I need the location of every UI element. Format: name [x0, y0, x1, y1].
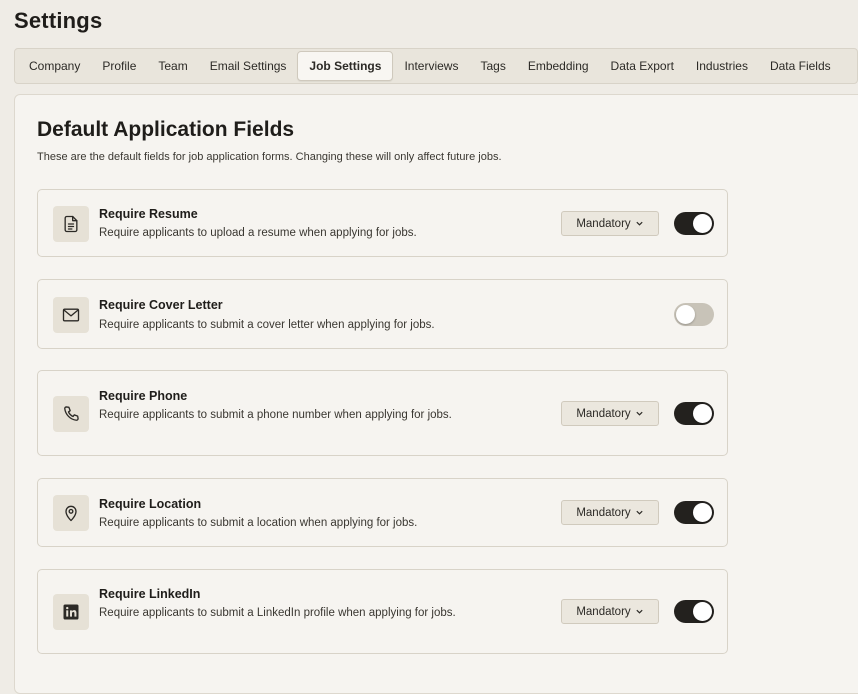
field-description: Require applicants to submit a cover let… [99, 319, 435, 331]
toggle-knob [693, 404, 712, 423]
requirement-value: Mandatory [576, 605, 631, 618]
tab-interviews[interactable]: Interviews [393, 51, 469, 81]
settings-tabs: Company Profile Team Email Settings Job … [14, 48, 858, 84]
requirement-value: Mandatory [576, 407, 631, 420]
section-description: These are the default fields for job app… [37, 151, 502, 163]
requirement-select[interactable]: Mandatory [561, 500, 659, 525]
toggle-switch[interactable] [674, 212, 714, 235]
chevron-down-icon [636, 221, 643, 226]
location-pin-icon [53, 495, 89, 531]
field-title: Require Location [99, 497, 202, 511]
tab-team[interactable]: Team [147, 51, 198, 81]
toggle-knob [693, 602, 712, 621]
field-description: Require applicants to submit a phone num… [99, 409, 452, 421]
requirement-select[interactable]: Mandatory [561, 599, 659, 624]
tab-embedding[interactable]: Embedding [517, 51, 600, 81]
mail-icon [53, 297, 89, 333]
section-title: Default Application Fields [37, 118, 295, 141]
requirement-select[interactable]: Mandatory [561, 211, 659, 236]
field-card-location: Require Location Require applicants to s… [37, 478, 728, 547]
job-settings-panel: Default Application Fields These are the… [14, 94, 858, 694]
field-description: Require applicants to submit a location … [99, 517, 418, 529]
page-title: Settings [14, 8, 103, 33]
linkedin-icon [53, 594, 89, 630]
field-description: Require applicants to submit a LinkedIn … [99, 607, 456, 619]
toggle-switch[interactable] [674, 303, 714, 326]
field-card-cover-letter: Require Cover Letter Require applicants … [37, 279, 728, 349]
field-description: Require applicants to upload a resume wh… [99, 227, 417, 239]
requirement-value: Mandatory [576, 506, 631, 519]
toggle-knob [676, 305, 695, 324]
chevron-down-icon [636, 411, 643, 416]
chevron-down-icon [636, 609, 643, 614]
chevron-down-icon [636, 510, 643, 515]
toggle-knob [693, 503, 712, 522]
requirement-value: Mandatory [576, 217, 631, 230]
toggle-switch[interactable] [674, 600, 714, 623]
toggle-switch[interactable] [674, 402, 714, 425]
tab-job-settings[interactable]: Job Settings [297, 51, 394, 81]
tab-tags[interactable]: Tags [469, 51, 516, 81]
tab-email-settings[interactable]: Email Settings [199, 51, 298, 81]
field-card-phone: Require Phone Require applicants to subm… [37, 370, 728, 456]
field-title: Require Cover Letter [99, 298, 223, 312]
field-title: Require LinkedIn [99, 587, 201, 601]
field-title: Require Resume [99, 207, 198, 221]
document-icon [53, 206, 89, 242]
tab-profile[interactable]: Profile [91, 51, 147, 81]
field-title: Require Phone [99, 389, 188, 403]
phone-icon [53, 396, 89, 432]
tab-data-fields[interactable]: Data Fields [759, 51, 842, 81]
requirement-select[interactable]: Mandatory [561, 401, 659, 426]
toggle-knob [693, 214, 712, 233]
tab-company[interactable]: Company [18, 51, 91, 81]
field-card-linkedin: Require LinkedIn Require applicants to s… [37, 569, 728, 654]
toggle-switch[interactable] [674, 501, 714, 524]
tab-data-export[interactable]: Data Export [600, 51, 685, 81]
tab-industries[interactable]: Industries [685, 51, 759, 81]
field-card-resume: Require Resume Require applicants to upl… [37, 189, 728, 257]
